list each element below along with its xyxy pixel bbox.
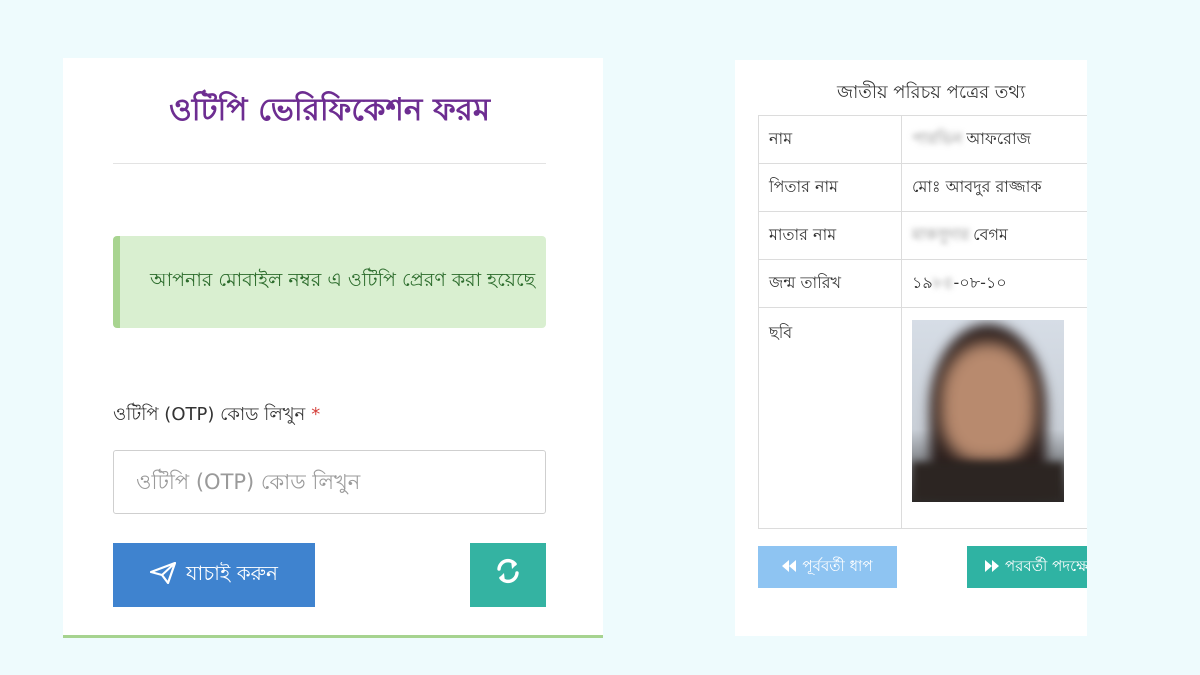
- next-step-label: পরবর্তী পদক্ষেপ: [1005, 556, 1087, 575]
- otp-input[interactable]: [113, 450, 546, 514]
- photo-body: [912, 462, 1064, 502]
- blurred-text: ৮৫: [932, 273, 954, 292]
- refresh-button[interactable]: [470, 543, 546, 607]
- row-value: ১৯৮৫-০৮-১০: [901, 259, 1087, 308]
- row-key: ছবি: [758, 307, 902, 529]
- otp-sent-alert: আপনার মোবাইল নম্বর এ ওটিপি প্রেরণ করা হয…: [113, 236, 546, 328]
- table-row: জন্ম তারিখ ১৯৮৫-০৮-১০: [758, 259, 1087, 308]
- blurred-text: মাকসুদার: [912, 225, 970, 244]
- photo-face-blurred: [940, 342, 1036, 462]
- row-key: নাম: [758, 115, 902, 164]
- table-row: মাতার নাম মাকসুদার বেগম: [758, 211, 1087, 260]
- row-key: মাতার নাম: [758, 211, 902, 260]
- paper-plane-icon: [149, 561, 177, 589]
- alert-message: আপনার মোবাইল নম্বর এ ওটিপি প্রেরণ করা হয…: [150, 269, 536, 291]
- form-title: ওটিপি ভেরিফিকেশন ফরম: [168, 92, 491, 128]
- value-text: -০৮-১০: [953, 273, 1007, 292]
- row-value: মোঃ আবদুর রাজ্জাক: [901, 163, 1087, 212]
- value-text: আফরোজ: [966, 129, 1031, 148]
- otp-label-text: ওটিপি (OTP) কোড লিখুন: [113, 404, 306, 425]
- table-row: পিতার নাম মোঃ আবদুর রাজ্জাক: [758, 163, 1087, 212]
- nid-info-panel: জাতীয় পরিচয় পত্রের তথ্য নাম পারভিন আফরো…: [735, 60, 1087, 636]
- row-value: মাকসুদার বেগম: [901, 211, 1087, 260]
- row-value: [901, 307, 1087, 529]
- value-text: বেগম: [973, 225, 1008, 244]
- double-chevron-left-icon: [782, 558, 797, 576]
- previous-step-label: পূর্ববর্তী ধাপ: [802, 556, 873, 575]
- nid-info-table: নাম পারভিন আফরোজ পিতার নাম মোঃ আবদুর রাজ্…: [758, 115, 1087, 529]
- blurred-text: পারভিন: [912, 129, 963, 148]
- row-key: জন্ম তারিখ: [758, 259, 902, 308]
- previous-step-button[interactable]: পূর্ববর্তী ধাপ: [758, 546, 897, 588]
- title-divider: [113, 163, 546, 164]
- otp-verification-panel: ওটিপি ভেরিফিকেশন ফরম আপনার মোবাইল নম্বর …: [63, 58, 603, 638]
- double-chevron-right-icon: [985, 558, 999, 576]
- otp-field-label: ওটিপি (OTP) কোড লিখুন *: [113, 400, 320, 431]
- profile-photo: [912, 320, 1064, 502]
- refresh-icon: [495, 558, 521, 592]
- row-value: পারভিন আফরোজ: [901, 115, 1087, 164]
- required-mark: *: [311, 404, 321, 425]
- next-step-button[interactable]: পরবর্তী পদক্ষেপ: [967, 546, 1087, 588]
- verify-button-label: যাচাই করুন: [186, 560, 278, 585]
- nid-info-title: জাতীয় পরিচয় পত্রের তথ্য: [837, 82, 1026, 103]
- row-key: পিতার নাম: [758, 163, 902, 212]
- table-row: নাম পারভিন আফরোজ: [758, 115, 1087, 164]
- value-prefix: ১৯: [912, 273, 933, 292]
- verify-button[interactable]: যাচাই করুন: [113, 543, 315, 607]
- table-row: ছবি: [758, 307, 1087, 529]
